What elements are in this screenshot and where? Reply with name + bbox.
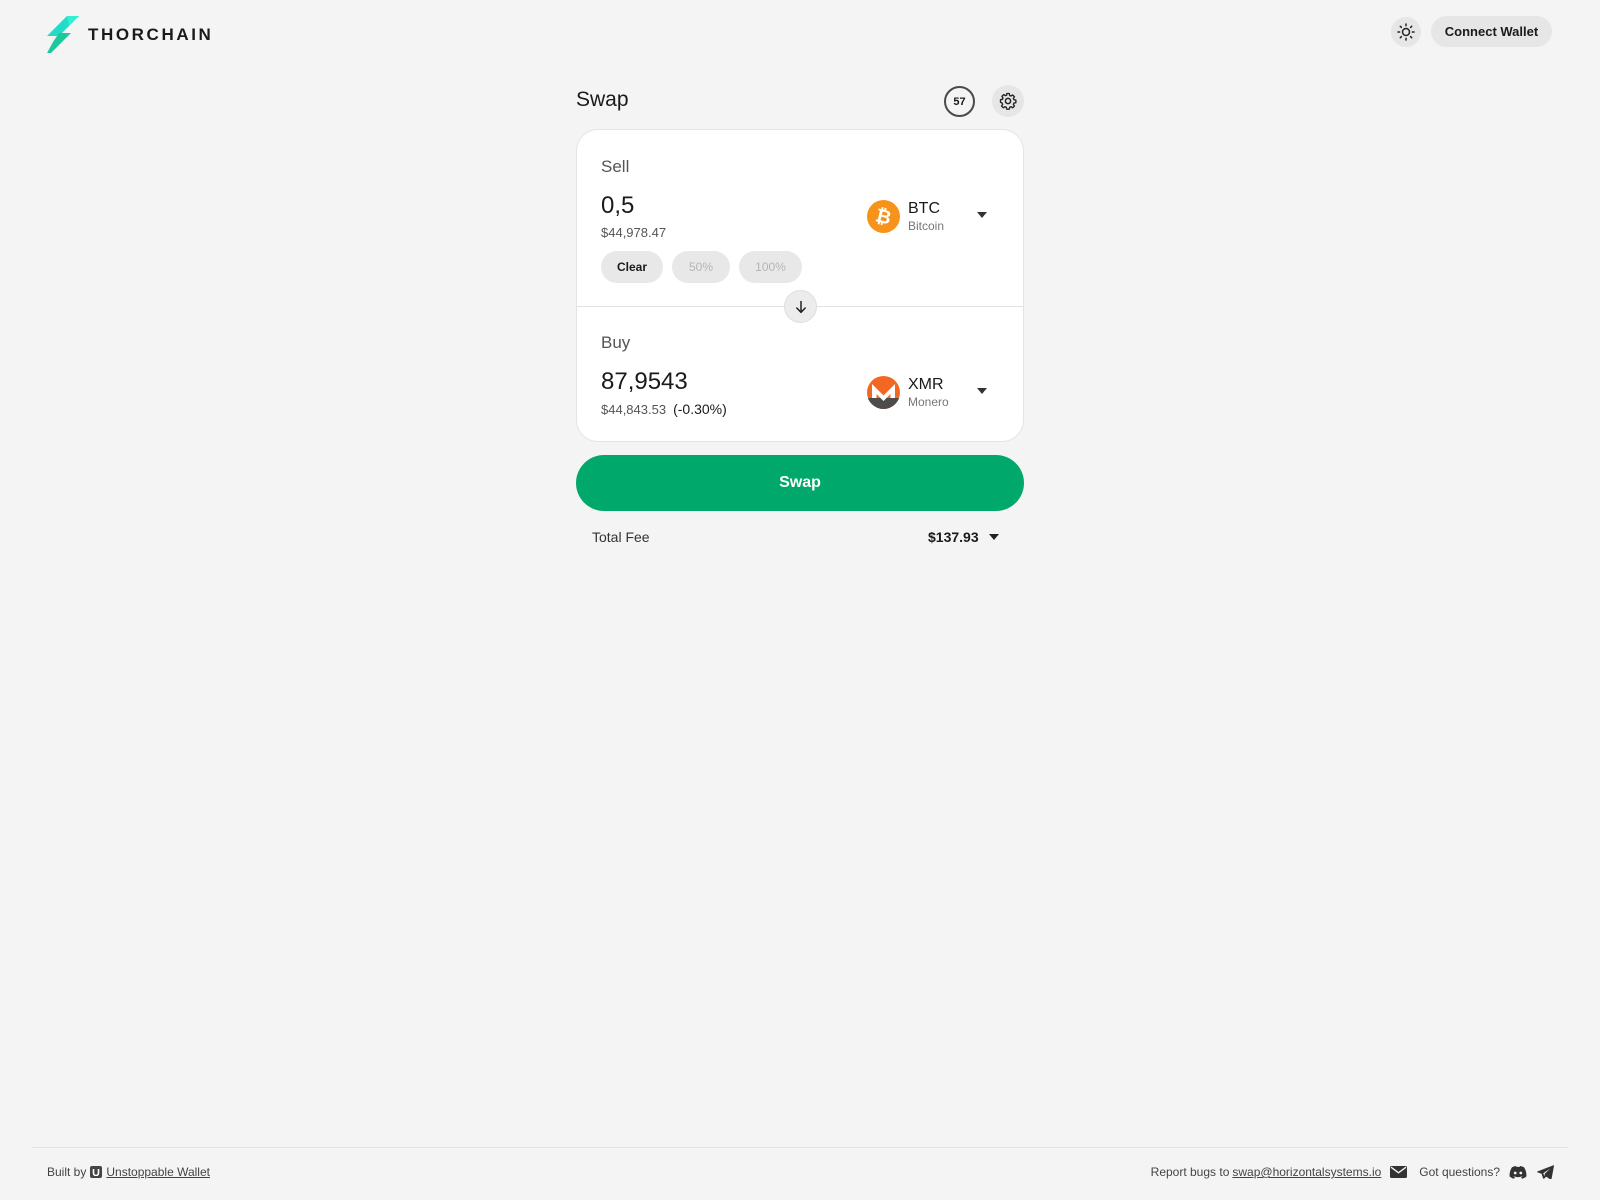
buy-usd-value: $44,843.53: [601, 402, 667, 417]
quote-refresh-timer[interactable]: 57: [944, 86, 975, 117]
connect-wallet-button[interactable]: Connect Wallet: [1431, 16, 1552, 47]
settings-button[interactable]: [992, 85, 1024, 117]
thorchain-logo-icon: [47, 16, 79, 53]
bitcoin-icon: ₿: [867, 199, 900, 233]
sun-icon: [1397, 23, 1415, 41]
mail-icon[interactable]: [1390, 1166, 1408, 1178]
buy-label: Buy: [601, 333, 631, 352]
report-bugs-text: Report bugs to: [1150, 1165, 1230, 1179]
chevron-down-icon: [988, 534, 999, 540]
gear-icon: [999, 92, 1017, 110]
sell-usd-value: $44,978.47: [601, 225, 667, 240]
chevron-down-icon: [977, 388, 987, 394]
buy-token-symbol: XMR: [908, 375, 944, 393]
footer-divider: [32, 1147, 1568, 1148]
sell-label: Sell: [601, 157, 630, 176]
discord-icon[interactable]: [1509, 1165, 1527, 1179]
unstoppable-wallet-link[interactable]: Unstoppable Wallet: [106, 1165, 210, 1179]
total-fee-label: Total Fee: [592, 529, 650, 545]
flip-direction-button[interactable]: [784, 290, 817, 323]
swap-card: Sell 0,5 $44,978.47 Clear 50% 100% ₿ BTC…: [576, 129, 1024, 442]
buy-token-select[interactable]: XMR Monero: [867, 372, 1007, 412]
brand-name: THORCHAIN: [88, 24, 214, 44]
price-impact: (-0.30%): [673, 401, 727, 417]
support-email-link[interactable]: swap@horizontalsystems.io: [1232, 1165, 1381, 1179]
buy-amount: 87,9543: [601, 368, 688, 395]
total-fee-toggle[interactable]: $137.93: [928, 527, 999, 547]
theme-toggle-button[interactable]: [1391, 17, 1421, 47]
percent-100-button[interactable]: 100%: [739, 251, 802, 283]
footer-credit: Built by Unstoppable Wallet: [47, 1165, 210, 1179]
chevron-down-icon: [977, 212, 987, 218]
page-title: Swap: [576, 88, 629, 111]
sell-token-select[interactable]: ₿ BTC Bitcoin: [867, 196, 1007, 236]
total-fee-value: $137.93: [928, 529, 979, 545]
buy-token-name: Monero: [908, 394, 949, 409]
telegram-icon[interactable]: [1537, 1165, 1554, 1179]
footer-support: Report bugs to swap@horizontalsystems.io…: [1151, 1165, 1554, 1179]
thorchain-logo[interactable]: THORCHAIN: [47, 16, 213, 53]
sell-token-symbol: BTC: [908, 199, 940, 217]
sell-token-name: Bitcoin: [908, 218, 945, 233]
buy-usd-row: $44,843.53 (-0.30%): [601, 401, 727, 417]
monero-icon: [867, 375, 900, 409]
header: THORCHAIN Connect Wallet: [0, 0, 1600, 70]
swap-button[interactable]: Swap: [576, 455, 1024, 511]
percent-50-button[interactable]: 50%: [672, 251, 730, 283]
sell-amount-input[interactable]: 0,5: [601, 192, 634, 220]
arrow-down-icon: [795, 300, 806, 313]
got-questions-text: Got questions?: [1419, 1165, 1500, 1179]
built-by-text: Built by: [47, 1165, 87, 1179]
clear-button[interactable]: Clear: [601, 251, 663, 283]
unstoppable-wallet-icon: [90, 1166, 103, 1178]
